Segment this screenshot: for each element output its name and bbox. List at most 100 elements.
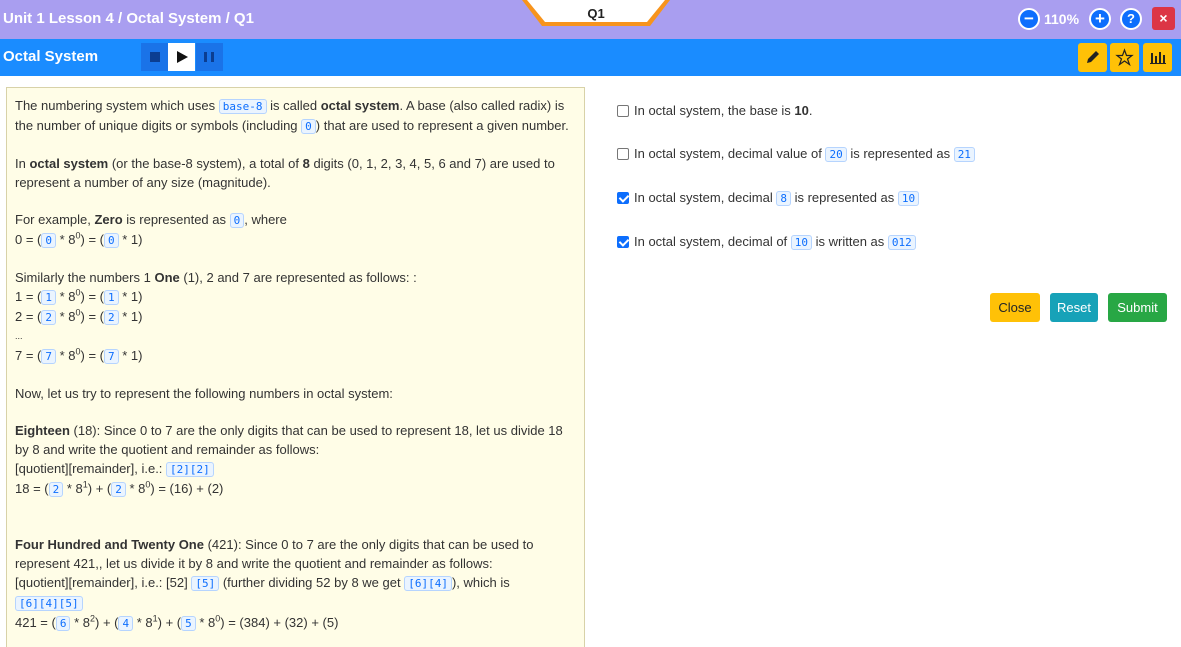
text: * 1) — [118, 348, 143, 363]
zoom-in-button[interactable]: + — [1089, 8, 1111, 30]
code-value: 2 — [41, 310, 56, 325]
option-checkbox[interactable] — [617, 104, 629, 117]
text: (further dividing 52 by 8 we get — [219, 575, 405, 590]
code-value: 5 — [181, 616, 196, 631]
paragraph-intro: The numbering system which uses base-8 i… — [15, 96, 576, 136]
text: * 8 — [70, 615, 90, 630]
stop-icon — [150, 52, 160, 62]
paragraph-421: Four Hundred and Twenty One (421): Since… — [15, 535, 576, 573]
code-value: 20 — [825, 147, 847, 162]
play-button[interactable] — [168, 43, 195, 71]
option-text: is written as — [812, 234, 888, 249]
text: * 8 — [133, 615, 153, 630]
text: ) = ( — [80, 348, 105, 363]
bold-text: octal system — [320, 98, 400, 113]
text: ) = ( — [80, 309, 105, 324]
equation-two: 2 = (2 * 80) = (2 * 1) — [15, 307, 576, 327]
submit-button[interactable]: Submit — [1108, 293, 1167, 322]
code-value: 1 — [104, 290, 119, 305]
text: ) + ( — [157, 615, 182, 630]
close-button[interactable]: Close — [990, 293, 1040, 322]
text: ) + ( — [87, 481, 112, 496]
text: ) = (384) + (32) + (5) — [220, 615, 339, 630]
option-checkbox[interactable] — [617, 147, 629, 160]
text: 0 = ( — [15, 232, 42, 247]
text: 18 = ( — [15, 481, 49, 496]
reset-button[interactable]: Reset — [1050, 293, 1098, 322]
bold-text: octal system — [29, 156, 109, 171]
option-text: In octal system, decimal of — [634, 234, 791, 249]
question-option-2[interactable]: In octal system, decimal value of 20 is … — [617, 143, 975, 165]
pause-button[interactable] — [196, 43, 223, 71]
paragraph-quotient-421: [quotient][remainder], i.e.: [52] [5] (f… — [15, 573, 576, 593]
text: * 8 — [56, 309, 76, 324]
text: * 8 — [195, 615, 216, 630]
lesson-panel: The numbering system which uses base-8 i… — [6, 87, 585, 647]
help-button[interactable]: ? — [1120, 8, 1142, 30]
text: ) + ( — [95, 615, 119, 630]
text: [quotient][remainder], i.e.: — [15, 461, 167, 476]
equation-421: 421 = (6 * 82) + (4 * 81) + (5 * 80) = (… — [15, 613, 576, 633]
text: The numbering system which uses — [15, 98, 219, 113]
text: * 1) — [118, 232, 143, 247]
code-value: 2 — [48, 482, 64, 497]
code-value: 012 — [887, 235, 916, 250]
text: * 8 — [56, 348, 76, 363]
bookmark-button[interactable] — [1110, 43, 1139, 72]
code-value: 2 — [111, 482, 126, 497]
ellipsis: ... — [15, 331, 23, 341]
paragraph-try: Now, let us try to represent the followi… — [15, 386, 393, 401]
text: ) that are used to represent a given num… — [315, 118, 569, 133]
text: * 8 — [63, 481, 83, 496]
question-tab[interactable]: Q1 — [522, 0, 670, 28]
text: ) = ( — [80, 289, 105, 304]
text: Similarly the numbers 1 — [15, 270, 155, 285]
option-text: In octal system, decimal value of — [634, 146, 826, 161]
code-value: 4 — [118, 616, 134, 631]
option-checkbox[interactable] — [617, 191, 629, 204]
pencil-icon — [1087, 51, 1099, 63]
bold-text: Eighteen — [15, 423, 70, 438]
paragraph-digits: In octal system (or the base-8 system), … — [15, 154, 576, 192]
edit-button[interactable] — [1078, 43, 1107, 72]
question-option-1[interactable]: In octal system, the base is 10. — [617, 100, 813, 122]
stats-button[interactable] — [1143, 43, 1172, 72]
code-value: 10 — [897, 191, 920, 206]
lesson-title: Octal System — [3, 48, 99, 65]
code-value: [2][2] — [166, 462, 214, 477]
code-value: 21 — [953, 147, 975, 162]
play-icon — [177, 51, 188, 63]
text: * 8 — [125, 481, 146, 496]
text: ) = (16) + (2) — [150, 481, 224, 496]
text: 1 = ( — [15, 289, 42, 304]
code-value: 10 — [790, 235, 813, 250]
code-value: [5] — [191, 576, 220, 591]
paragraph-result-421: [6][4][5] — [15, 593, 576, 613]
text: * 8 — [56, 289, 76, 304]
text: (or the base-8 system), a total of — [108, 156, 303, 171]
zoom-out-button[interactable]: − — [1018, 8, 1040, 30]
text: 7 = ( — [15, 348, 42, 363]
text: [quotient][remainder], i.e.: [52] — [15, 575, 192, 590]
text: * 1) — [118, 289, 143, 304]
question-option-3[interactable]: In octal system, decimal 8 is represente… — [617, 187, 920, 209]
text: ), which is — [451, 575, 510, 590]
media-player — [141, 43, 223, 71]
text: , where — [244, 212, 287, 227]
code-value: 0 — [104, 233, 119, 248]
option-checkbox[interactable] — [617, 235, 629, 248]
bold-text: One — [154, 270, 180, 285]
text: 2 = ( — [15, 309, 42, 324]
equation-seven: 7 = (7 * 80) = (7 * 1) — [15, 346, 576, 366]
text: In — [15, 156, 30, 171]
paragraph-zero: For example, Zero is represented as 0, w… — [15, 210, 576, 230]
stop-button[interactable] — [141, 43, 168, 71]
question-option-4[interactable]: In octal system, decimal of 10 is writte… — [617, 231, 916, 253]
text: 421 = ( — [15, 615, 56, 630]
option-text: . — [808, 103, 813, 118]
code-value: 1 — [41, 290, 56, 305]
equation-eighteen: 18 = (2 * 81) + (2 * 80) = (16) + (2) — [15, 479, 576, 499]
exit-button[interactable]: × — [1152, 7, 1175, 30]
code-value: 7 — [41, 349, 56, 364]
text: * 8 — [56, 232, 76, 247]
